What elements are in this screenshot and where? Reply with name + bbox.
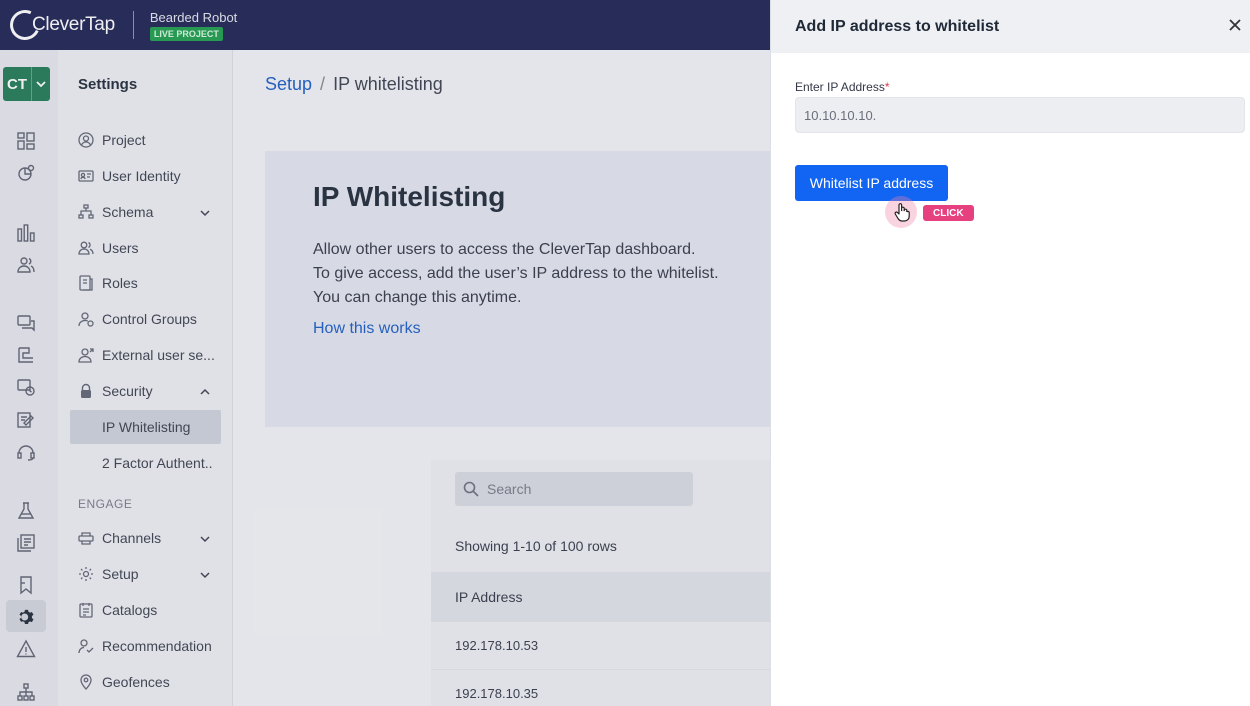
required-marker: * — [884, 80, 890, 94]
drawer-title: Add IP address to whitelist — [795, 17, 1000, 35]
whitelist-ip-button[interactable]: Whitelist IP address — [795, 165, 948, 201]
ip-address-field[interactable] — [795, 97, 1245, 133]
close-icon[interactable] — [1228, 18, 1242, 32]
ip-field-label-text: Enter IP Address — [795, 80, 885, 94]
add-ip-drawer: Add IP address to whitelist Enter IP Add… — [770, 0, 1250, 706]
click-tag: CLICK — [923, 205, 974, 221]
modal-backdrop[interactable] — [0, 0, 770, 706]
drawer-header: Add IP address to whitelist — [771, 0, 1250, 53]
hand-cursor-icon — [893, 202, 911, 222]
ip-field-label: Enter IP Address* — [795, 80, 890, 94]
